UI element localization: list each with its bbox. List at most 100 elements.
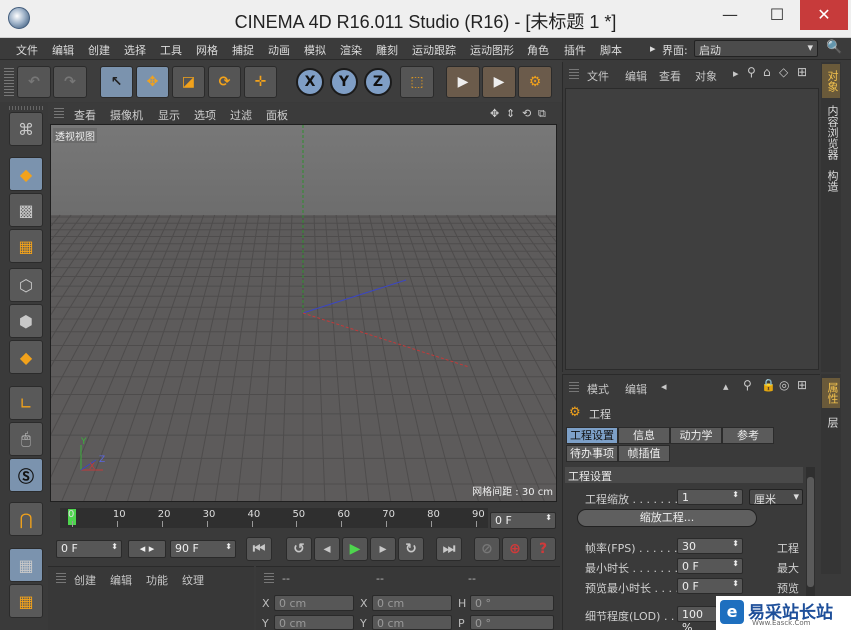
close-button[interactable]: ✕ — [800, 0, 848, 30]
points-mode-button[interactable]: ⬡ — [9, 268, 43, 302]
previous-frame-button[interactable]: ◂ — [314, 537, 340, 561]
menu-sculpt[interactable]: 雕刻 — [376, 42, 398, 58]
menu-file[interactable]: 文件 — [16, 42, 38, 58]
attribute-menu-edit[interactable]: 编辑 — [625, 381, 647, 397]
plane-align-button[interactable]: ▦ — [9, 584, 43, 618]
record-keys-button[interactable]: ⊘ — [474, 537, 500, 561]
tab-todo[interactable]: 待办事项 — [566, 445, 618, 462]
search-icon[interactable]: 🔍 — [826, 40, 842, 55]
object-menu-edit[interactable]: 编辑 — [625, 68, 647, 84]
solo-button[interactable]: Ⓢ — [9, 458, 43, 492]
minimize-button[interactable]: — — [707, 0, 753, 30]
tab-objects[interactable]: 对象 — [822, 64, 840, 98]
lock-icon[interactable]: 🔒 — [761, 378, 776, 392]
viewport-zoom-icon[interactable]: ⇕ — [506, 107, 515, 120]
menu-character[interactable]: 角色 — [527, 42, 549, 58]
attribute-scrollbar[interactable] — [806, 467, 815, 597]
tab-attributes[interactable]: 属性 — [822, 378, 840, 408]
back-arrow-icon[interactable]: ◂ — [661, 380, 667, 393]
search-icon[interactable]: ⚲ — [743, 378, 752, 392]
viewport-menu-filter[interactable]: 过滤 — [230, 107, 252, 123]
up-arrow-icon[interactable]: ▴ — [723, 380, 729, 393]
eye-icon[interactable]: ◇ — [779, 65, 788, 79]
material-menu-edit[interactable]: 编辑 — [110, 572, 132, 588]
z-axis-lock-button[interactable]: Z — [364, 68, 392, 96]
viewport-pan-icon[interactable]: ✥ — [490, 107, 499, 120]
perspective-viewport[interactable]: 透视视图 Y X Z 网格间距 : 30 cm — [50, 124, 557, 502]
render-to-picture-viewer-button[interactable]: ▶ — [482, 66, 516, 98]
menu-render[interactable]: 渲染 — [340, 42, 362, 58]
rotate-tool-button[interactable]: ⟳ — [208, 66, 241, 98]
search-icon[interactable]: ⚲ — [747, 65, 756, 79]
viewport-menu-options[interactable]: 选项 — [194, 107, 216, 123]
make-editable-button[interactable]: ⌘ — [9, 112, 43, 146]
menu-edit[interactable]: 编辑 — [52, 42, 74, 58]
project-scale-field[interactable]: 1 ⬍ — [677, 489, 743, 505]
x-axis-lock-button[interactable]: X — [296, 68, 324, 96]
snap-button[interactable]: ⋂ — [9, 502, 43, 536]
next-key-button[interactable]: ↻ — [398, 537, 424, 561]
workplane-mode-button[interactable]: ▦ — [9, 229, 43, 263]
current-frame-field[interactable]: 0 F ⬍ — [490, 512, 556, 529]
help-button[interactable]: ? — [530, 537, 556, 561]
viewport-menu-panel[interactable]: 面板 — [266, 107, 288, 123]
menu-plugins[interactable]: 插件 — [564, 42, 586, 58]
coord-rot-h-field[interactable]: 0 ° — [470, 595, 554, 611]
tab-key-interpolation[interactable]: 帧插值 — [618, 445, 670, 462]
menu-create[interactable]: 创建 — [88, 42, 110, 58]
material-menu-function[interactable]: 功能 — [146, 572, 168, 588]
maximize-button[interactable]: ☐ — [754, 0, 800, 30]
workplane-lock-button[interactable]: ▦ — [9, 548, 43, 582]
move-tool-button[interactable]: ✥ — [136, 66, 169, 98]
new-window-icon[interactable]: ⊞ — [797, 378, 807, 392]
lod-field[interactable]: 100 % — [677, 606, 717, 630]
expand-arrow-icon[interactable]: ▸ — [733, 67, 739, 80]
render-settings-button[interactable]: ⚙ — [518, 66, 552, 98]
material-menu-create[interactable]: 创建 — [74, 572, 96, 588]
texture-mode-button[interactable]: ▩ — [9, 193, 43, 227]
axis-mode-button[interactable]: ∟ — [9, 386, 43, 420]
coord-pos-y-field[interactable]: 0 cm — [274, 615, 354, 630]
object-list[interactable] — [565, 88, 819, 370]
end-frame-field[interactable]: 90 F ⬍ — [170, 540, 236, 558]
project-scale-unit-dropdown[interactable]: 厘米 ▾ — [749, 489, 803, 506]
object-menu-view[interactable]: 查看 — [659, 68, 681, 84]
scale-tool-button[interactable]: ◪ — [172, 66, 205, 98]
next-frame-button[interactable]: ▸ — [370, 537, 396, 561]
viewport-menu-camera[interactable]: 摄像机 — [110, 107, 143, 123]
menu-animate[interactable]: 动画 — [268, 42, 290, 58]
menu-simulate[interactable]: 模拟 — [304, 42, 326, 58]
go-to-end-button[interactable]: ⏭ — [436, 537, 462, 561]
menu-snap[interactable]: 捕捉 — [232, 42, 254, 58]
redo-button[interactable]: ↷ — [53, 66, 87, 98]
tab-info[interactable]: 信息 — [618, 427, 670, 444]
timeline-ruler[interactable]: 0 10 20 30 40 50 60 70 80 90 — [60, 508, 488, 528]
previous-key-button[interactable]: ↺ — [286, 537, 312, 561]
menu-mograph[interactable]: 运动图形 — [470, 42, 514, 58]
coord-size-y-field[interactable]: 0 cm — [372, 615, 452, 630]
tab-reference[interactable]: 参考 — [722, 427, 774, 444]
layout-dropdown[interactable]: 启动 ▾ — [694, 40, 818, 57]
menu-tools[interactable]: 工具 — [160, 42, 182, 58]
menu-script[interactable]: 脚本 — [600, 42, 622, 58]
scrollbar-thumb[interactable] — [807, 477, 814, 587]
y-axis-lock-button[interactable]: Y — [330, 68, 358, 96]
model-mode-button[interactable]: ◆ — [9, 157, 43, 191]
start-frame-field[interactable]: 0 F ⬍ — [56, 540, 122, 558]
transform-tool-button[interactable]: ✛ — [244, 66, 277, 98]
coord-size-x-field[interactable]: 0 cm — [372, 595, 452, 611]
viewport-rotate-icon[interactable]: ⟲ — [522, 107, 531, 120]
menu-mesh[interactable]: 网格 — [196, 42, 218, 58]
render-view-button[interactable]: ▶ — [446, 66, 480, 98]
coord-pos-x-field[interactable]: 0 cm — [274, 595, 354, 611]
target-icon[interactable]: ◎ — [779, 378, 789, 392]
menu-motion-tracking[interactable]: 运动跟踪 — [412, 42, 456, 58]
autokey-button[interactable]: ⊕ — [502, 537, 528, 561]
home-icon[interactable]: ⌂ — [763, 65, 771, 79]
tab-layers[interactable]: 层 — [822, 412, 840, 432]
tweak-mode-button[interactable]: 🖱 — [9, 422, 43, 456]
material-menu-texture[interactable]: 纹理 — [182, 572, 204, 588]
viewport-menu-view[interactable]: 查看 — [74, 107, 96, 123]
undo-button[interactable]: ↶ — [17, 66, 51, 98]
new-window-icon[interactable]: ⊞ — [797, 65, 807, 79]
